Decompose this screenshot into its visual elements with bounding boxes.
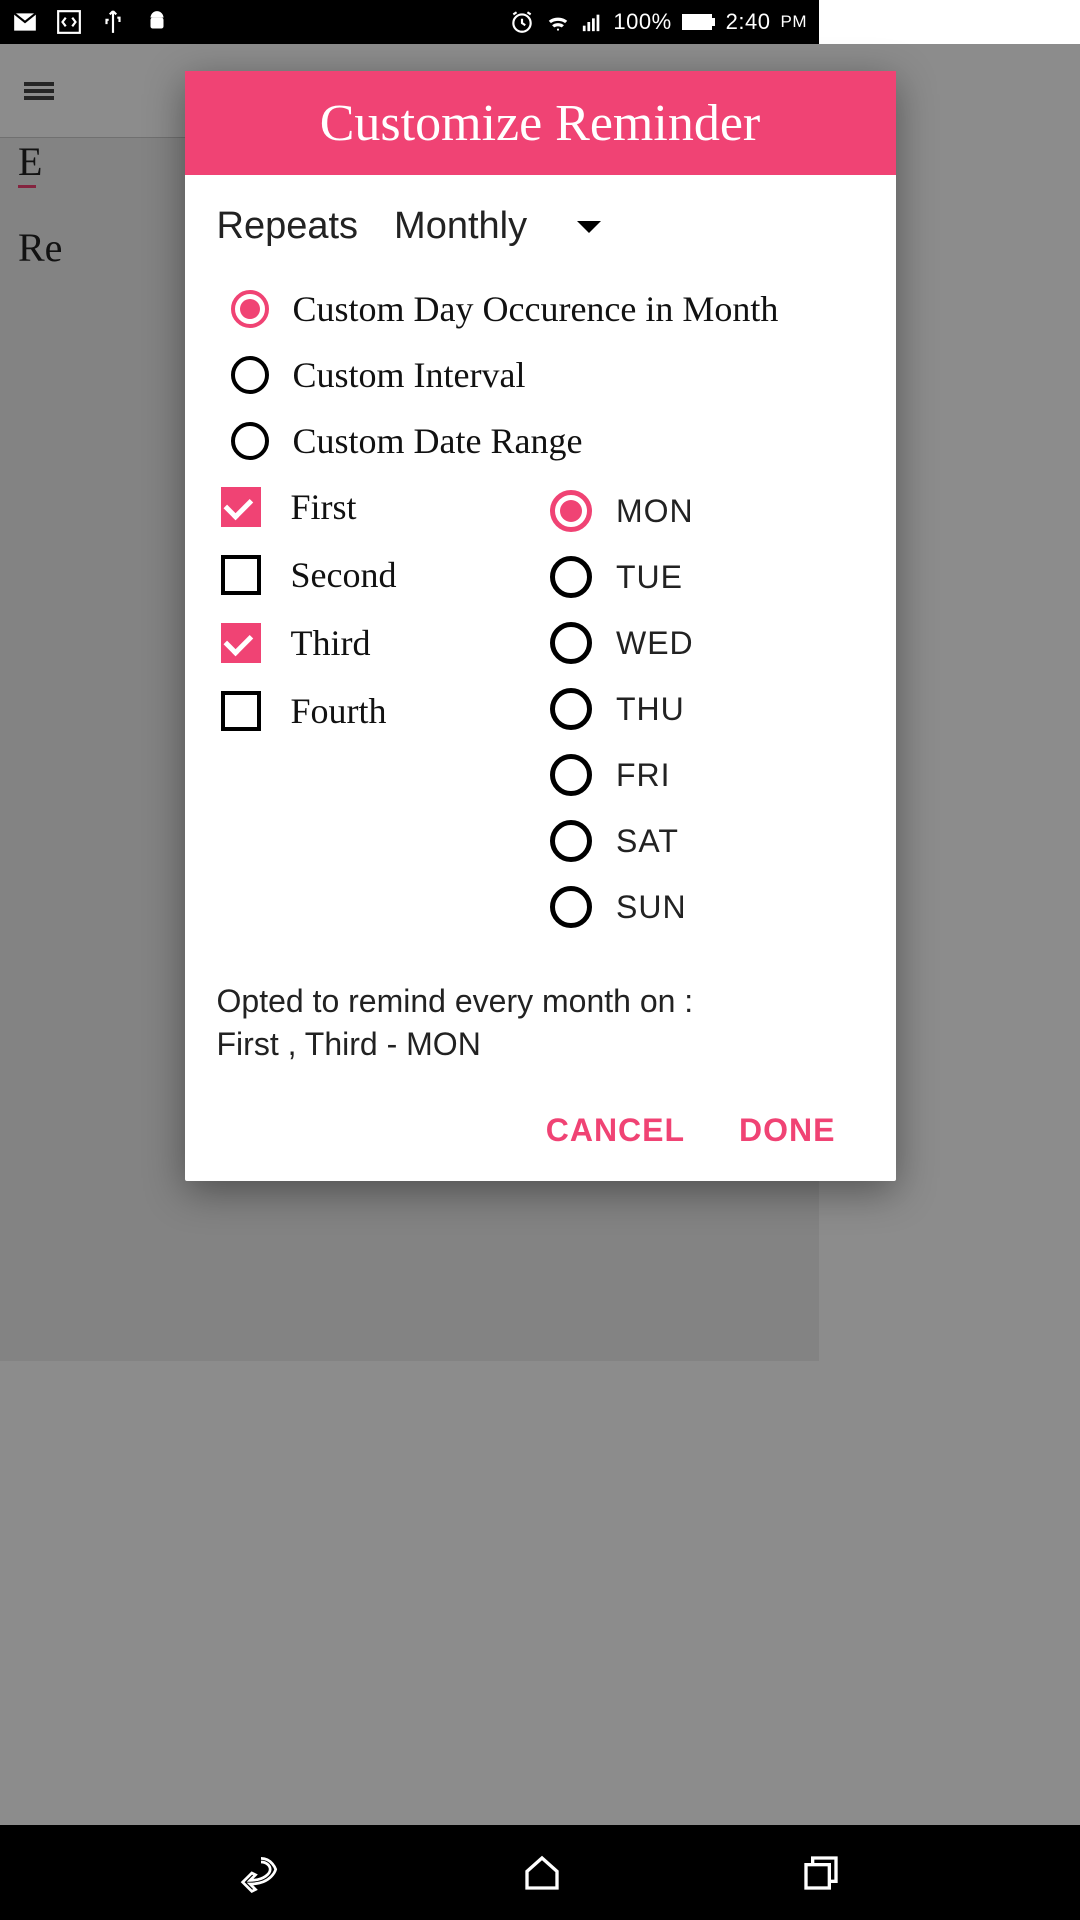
checkbox-label: Fourth xyxy=(291,690,387,732)
clock-ampm: PM xyxy=(781,12,808,32)
radio-icon xyxy=(550,754,592,796)
radio-day-fri[interactable]: FRI xyxy=(550,754,864,796)
radio-icon xyxy=(231,356,269,394)
checkbox-label: Second xyxy=(291,554,397,596)
checkbox-label: First xyxy=(291,486,357,528)
day-label: SAT xyxy=(616,823,679,860)
gmail-icon xyxy=(12,9,38,35)
signal-icon xyxy=(581,9,603,35)
home-icon[interactable] xyxy=(522,1853,562,1893)
alarm-icon xyxy=(509,9,535,35)
usb-icon xyxy=(100,9,126,35)
dialog-title: Customize Reminder xyxy=(185,71,896,175)
back-icon[interactable] xyxy=(239,1851,283,1895)
checkbox-icon xyxy=(221,691,261,731)
radio-icon xyxy=(550,688,592,730)
radio-custom-interval[interactable]: Custom Interval xyxy=(217,354,864,396)
day-label: MON xyxy=(616,493,694,530)
customize-reminder-dialog: Customize Reminder Repeats Monthly Custo… xyxy=(185,71,896,1181)
checkbox-label: Third xyxy=(291,622,371,664)
radio-day-sun[interactable]: SUN xyxy=(550,886,864,928)
radio-icon xyxy=(231,422,269,460)
day-label: SUN xyxy=(616,889,687,926)
repeats-label: Repeats xyxy=(217,205,359,248)
checkbox-fourth[interactable]: Fourth xyxy=(217,690,531,732)
done-button[interactable]: DONE xyxy=(739,1112,835,1149)
day-label: WED xyxy=(616,625,694,662)
cancel-button[interactable]: CANCEL xyxy=(546,1112,685,1149)
summary-text: Opted to remind every month on : First ,… xyxy=(217,980,864,1066)
radio-icon xyxy=(550,622,592,664)
radio-day-mon[interactable]: MON xyxy=(550,490,864,532)
radio-day-tue[interactable]: TUE xyxy=(550,556,864,598)
radio-icon xyxy=(550,490,592,532)
checkbox-first[interactable]: First xyxy=(217,486,531,528)
battery-text: 100% xyxy=(613,9,671,35)
wifi-icon xyxy=(545,9,571,35)
radio-icon xyxy=(231,290,269,328)
checkbox-second[interactable]: Second xyxy=(217,554,531,596)
nav-bar xyxy=(0,1825,1080,1920)
radio-custom-date-range[interactable]: Custom Date Range xyxy=(217,420,864,462)
clock-time: 2:40 xyxy=(726,9,771,35)
day-label: FRI xyxy=(616,757,671,794)
radio-label: Custom Date Range xyxy=(293,420,583,462)
radio-day-thu[interactable]: THU xyxy=(550,688,864,730)
radio-label: Custom Interval xyxy=(293,354,526,396)
day-label: TUE xyxy=(616,559,683,596)
radio-day-sat[interactable]: SAT xyxy=(550,820,864,862)
checkbox-icon xyxy=(221,623,261,663)
radio-icon xyxy=(550,556,592,598)
repeats-value: Monthly xyxy=(394,205,527,248)
radio-label: Custom Day Occurence in Month xyxy=(293,288,779,330)
recent-apps-icon[interactable] xyxy=(801,1853,841,1893)
radio-icon xyxy=(550,820,592,862)
checkbox-third[interactable]: Third xyxy=(217,622,531,664)
dialog-overlay: Customize Reminder Repeats Monthly Custo… xyxy=(0,44,1080,1825)
radio-day-wed[interactable]: WED xyxy=(550,622,864,664)
battery-icon xyxy=(682,9,716,35)
radio-icon xyxy=(550,886,592,928)
chevron-down-icon xyxy=(577,221,601,233)
checkbox-icon xyxy=(221,487,261,527)
code-icon xyxy=(56,9,82,35)
repeats-dropdown[interactable]: Monthly xyxy=(394,205,601,248)
android-debug-icon xyxy=(144,9,170,35)
status-bar: 100% 2:40 PM xyxy=(0,0,819,44)
radio-custom-day-occurrence[interactable]: Custom Day Occurence in Month xyxy=(217,288,864,330)
checkbox-icon xyxy=(221,555,261,595)
day-label: THU xyxy=(616,691,685,728)
